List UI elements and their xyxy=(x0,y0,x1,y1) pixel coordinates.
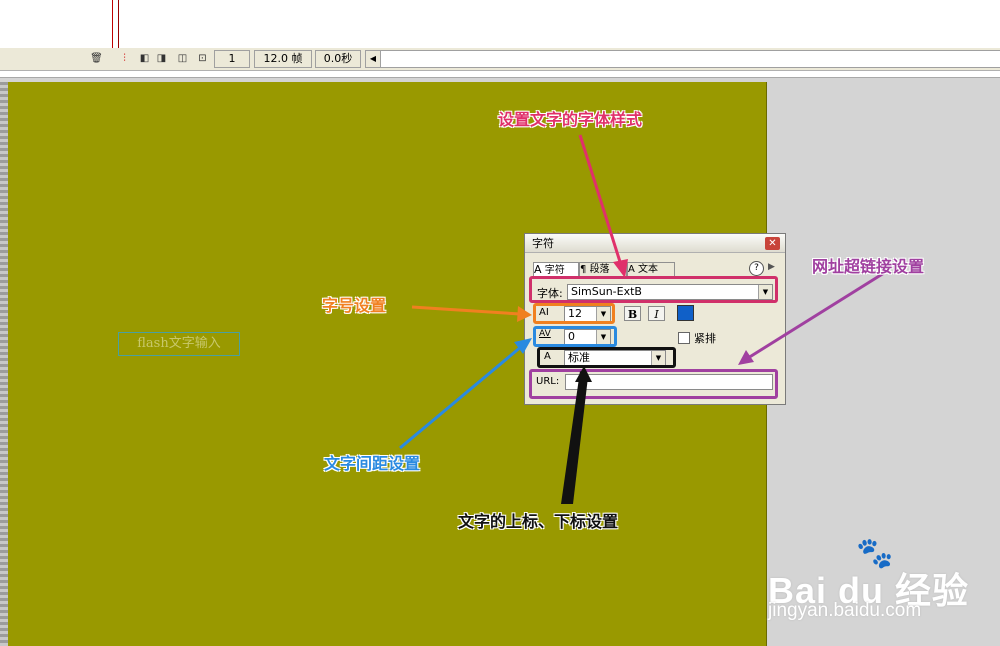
stage-text-box[interactable]: flash文字输入 xyxy=(118,332,240,356)
frame-rate-field: 12.0 帧 xyxy=(254,50,312,68)
center-frame-icon[interactable]: ⫶ xyxy=(118,52,131,65)
kerning-label: 紧排 xyxy=(694,332,716,345)
trash-icon[interactable]: 🗑 xyxy=(90,52,103,65)
text-tab-icon: A xyxy=(628,264,635,275)
tab-text-label: 文本 xyxy=(638,264,659,275)
onion-skin-outline-icon[interactable]: ◨ xyxy=(155,52,168,65)
baseline-highlight xyxy=(537,347,676,368)
watermark-url: jingyan.baidu.com xyxy=(768,600,922,621)
scroll-left-icon[interactable]: ◀ xyxy=(366,51,381,67)
modify-onion-markers-icon[interactable]: ⊡ xyxy=(196,52,209,65)
close-icon[interactable]: ✕ xyxy=(765,237,780,250)
tab-character-label: 字符 xyxy=(544,265,565,276)
text-color-swatch[interactable] xyxy=(677,305,694,321)
timeline-status-bar: 🗑 ⫶ ◧ ◨ ◫ ⊡ 1 12.0 帧 0.0秒 ◀ xyxy=(0,48,1000,71)
left-ruler xyxy=(0,82,8,646)
url-highlight xyxy=(529,369,778,399)
panel-title: 字符 ✕ xyxy=(525,234,785,253)
edit-multiple-frames-icon[interactable]: ◫ xyxy=(176,52,189,65)
kerning-checkbox[interactable] xyxy=(678,332,690,344)
font-style-annotation: 设置文字的字体样式 xyxy=(498,110,643,129)
help-icon[interactable]: ? xyxy=(749,261,764,276)
font-size-highlight xyxy=(533,303,615,324)
url-annotation: 网址超链接设置 xyxy=(812,257,925,276)
baseline-annotation: 文字的上标、下标设置 xyxy=(458,512,619,531)
timeline-frames-area[interactable] xyxy=(0,0,1000,49)
character-tab-icon: A xyxy=(534,263,542,276)
tab-paragraph-label: 段落 xyxy=(589,264,610,275)
divider xyxy=(0,71,1000,78)
font-size-annotation: 字号设置 xyxy=(322,296,387,315)
timeline-scrollbar[interactable]: ◀ xyxy=(365,50,1000,68)
playhead-line xyxy=(112,0,113,48)
tab-scroll-icon[interactable]: ▶ xyxy=(768,262,775,272)
elapsed-time-field: 0.0秒 xyxy=(315,50,361,68)
baidu-watermark: 🐾 Bai du 经验 jingyan.baidu.com xyxy=(768,536,998,630)
letter-spacing-highlight xyxy=(533,326,617,347)
panel-title-text: 字符 xyxy=(532,237,554,250)
paragraph-tab-icon: ¶ xyxy=(580,264,587,275)
onion-skin-icon[interactable]: ◧ xyxy=(138,52,151,65)
current-frame-field: 1 xyxy=(214,50,250,68)
bold-button[interactable]: B xyxy=(624,306,641,321)
italic-button[interactable]: I xyxy=(648,306,665,321)
playhead-line-shadow xyxy=(118,0,119,48)
letter-spacing-annotation: 文字间距设置 xyxy=(324,454,421,473)
font-family-highlight xyxy=(529,276,778,303)
